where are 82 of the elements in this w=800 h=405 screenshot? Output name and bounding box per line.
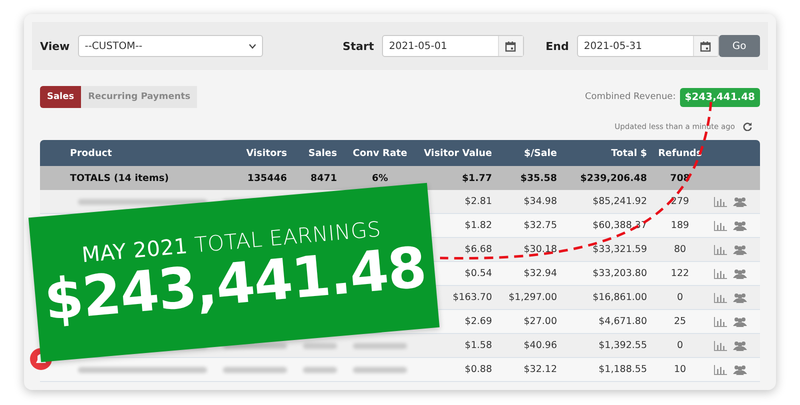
bar-chart-icon[interactable] <box>714 196 726 206</box>
table-cell-text: $2.69 <box>464 316 493 327</box>
table-cell-text: $1,297.00 <box>508 292 558 303</box>
view-label: View <box>40 40 70 52</box>
tab[interactable]: Sales <box>40 86 82 108</box>
column-header: Refunds <box>657 148 703 158</box>
bar-chart-icon[interactable] <box>714 292 726 302</box>
column-header: Sales <box>307 148 338 158</box>
totals-cell-text: $35.58 <box>519 172 558 184</box>
bar-chart-icon[interactable] <box>714 268 726 278</box>
totals-cell-text: $239,206.48 <box>579 172 648 184</box>
table-cell-text: $6.68 <box>464 244 493 255</box>
start-date-field[interactable]: 2021-05-01 <box>382 35 524 57</box>
table-cell-text: $1.82 <box>464 220 493 231</box>
table-cell-text: $1,392.55 <box>598 340 648 351</box>
users-icon[interactable] <box>732 196 746 206</box>
totals-cell-text: 6% <box>370 172 390 184</box>
table-cell-text: $1,188.55 <box>598 364 648 375</box>
blurred-text <box>303 342 337 348</box>
table-cell-text: $163.70 <box>452 292 493 303</box>
table-cell-text: $34.98 <box>522 196 558 207</box>
totals-cell-text: 135446 <box>246 172 288 184</box>
table-cell-text: 279 <box>670 196 690 207</box>
table-cell-text: 0 <box>676 292 684 303</box>
column-header: Total $ <box>610 148 648 158</box>
view-dropdown[interactable]: --CUSTOM-- <box>78 35 263 57</box>
table-cell-text: $1.58 <box>464 340 493 351</box>
table-cell-text: 25 <box>672 316 688 327</box>
table-cell-text: $4,671.80 <box>598 316 648 327</box>
caret-icon <box>248 44 256 48</box>
end-label: End <box>546 40 569 52</box>
table-cell-text: $32.75 <box>522 220 558 231</box>
table-cell-text: $2.81 <box>464 196 493 207</box>
column-header: Product <box>70 148 113 158</box>
column-header: Visitors <box>245 148 288 158</box>
table-cell-text: $32.12 <box>522 364 558 375</box>
table-cell-text: $33,203.80 <box>592 268 648 279</box>
table-cell-text: $60,388.37 <box>592 220 648 231</box>
revenue-badge: $243,441.48 <box>680 88 760 106</box>
totals-cell-text: 8471 <box>310 172 338 184</box>
start-label: Start <box>342 40 374 52</box>
totals-cell-text: $1.77 <box>460 172 493 184</box>
table-cell-text: $30.18 <box>522 244 558 255</box>
combined-revenue-label: Combined Revenue: <box>584 92 676 102</box>
table-cell-text: $32.94 <box>522 268 558 279</box>
refresh-icon[interactable] <box>743 122 752 130</box>
table-cell-text: 80 <box>672 244 688 255</box>
calendar-icon <box>505 40 516 52</box>
table-cell-text: $33,321.59 <box>592 244 648 255</box>
blurred-text <box>353 366 407 372</box>
table-cell-text: $16,861.00 <box>592 292 648 303</box>
table-cell-text: $0.88 <box>464 364 493 375</box>
table-cell-text: $40.96 <box>522 340 558 351</box>
calendar-icon <box>700 40 712 52</box>
blurred-text <box>223 366 287 372</box>
users-icon[interactable] <box>732 292 746 302</box>
totals-cell-text: TOTALS (14 items) <box>70 172 170 184</box>
table-cell-text: $85,241.92 <box>592 196 648 207</box>
bar-chart-icon[interactable] <box>714 364 726 374</box>
blurred-text <box>303 366 337 372</box>
users-icon[interactable] <box>732 244 746 254</box>
users-icon[interactable] <box>732 268 746 278</box>
users-icon[interactable] <box>732 364 746 374</box>
column-header: Visitor Value <box>422 148 493 158</box>
table-cell-text: 122 <box>670 268 690 279</box>
table-cell-text: $27.00 <box>522 316 558 327</box>
column-header: $/Sale <box>522 148 558 158</box>
blurred-text <box>353 342 407 348</box>
table-cell-text: 10 <box>672 364 688 375</box>
go-button[interactable]: Go <box>718 35 760 57</box>
users-icon[interactable] <box>732 340 746 350</box>
table-cell-text: $0.54 <box>464 268 493 279</box>
bar-chart-icon[interactable] <box>714 244 726 254</box>
column-header: Conv Rate <box>352 148 408 158</box>
table-cell-text: 0 <box>676 340 684 351</box>
table-cell-text: 189 <box>670 220 690 231</box>
end-date-field[interactable]: 2021-05-31 <box>576 35 719 57</box>
users-icon[interactable] <box>732 220 746 230</box>
bar-chart-icon[interactable] <box>714 220 726 230</box>
bar-chart-icon[interactable] <box>714 340 726 350</box>
bar-chart-icon[interactable] <box>714 316 726 326</box>
users-icon[interactable] <box>732 316 746 326</box>
